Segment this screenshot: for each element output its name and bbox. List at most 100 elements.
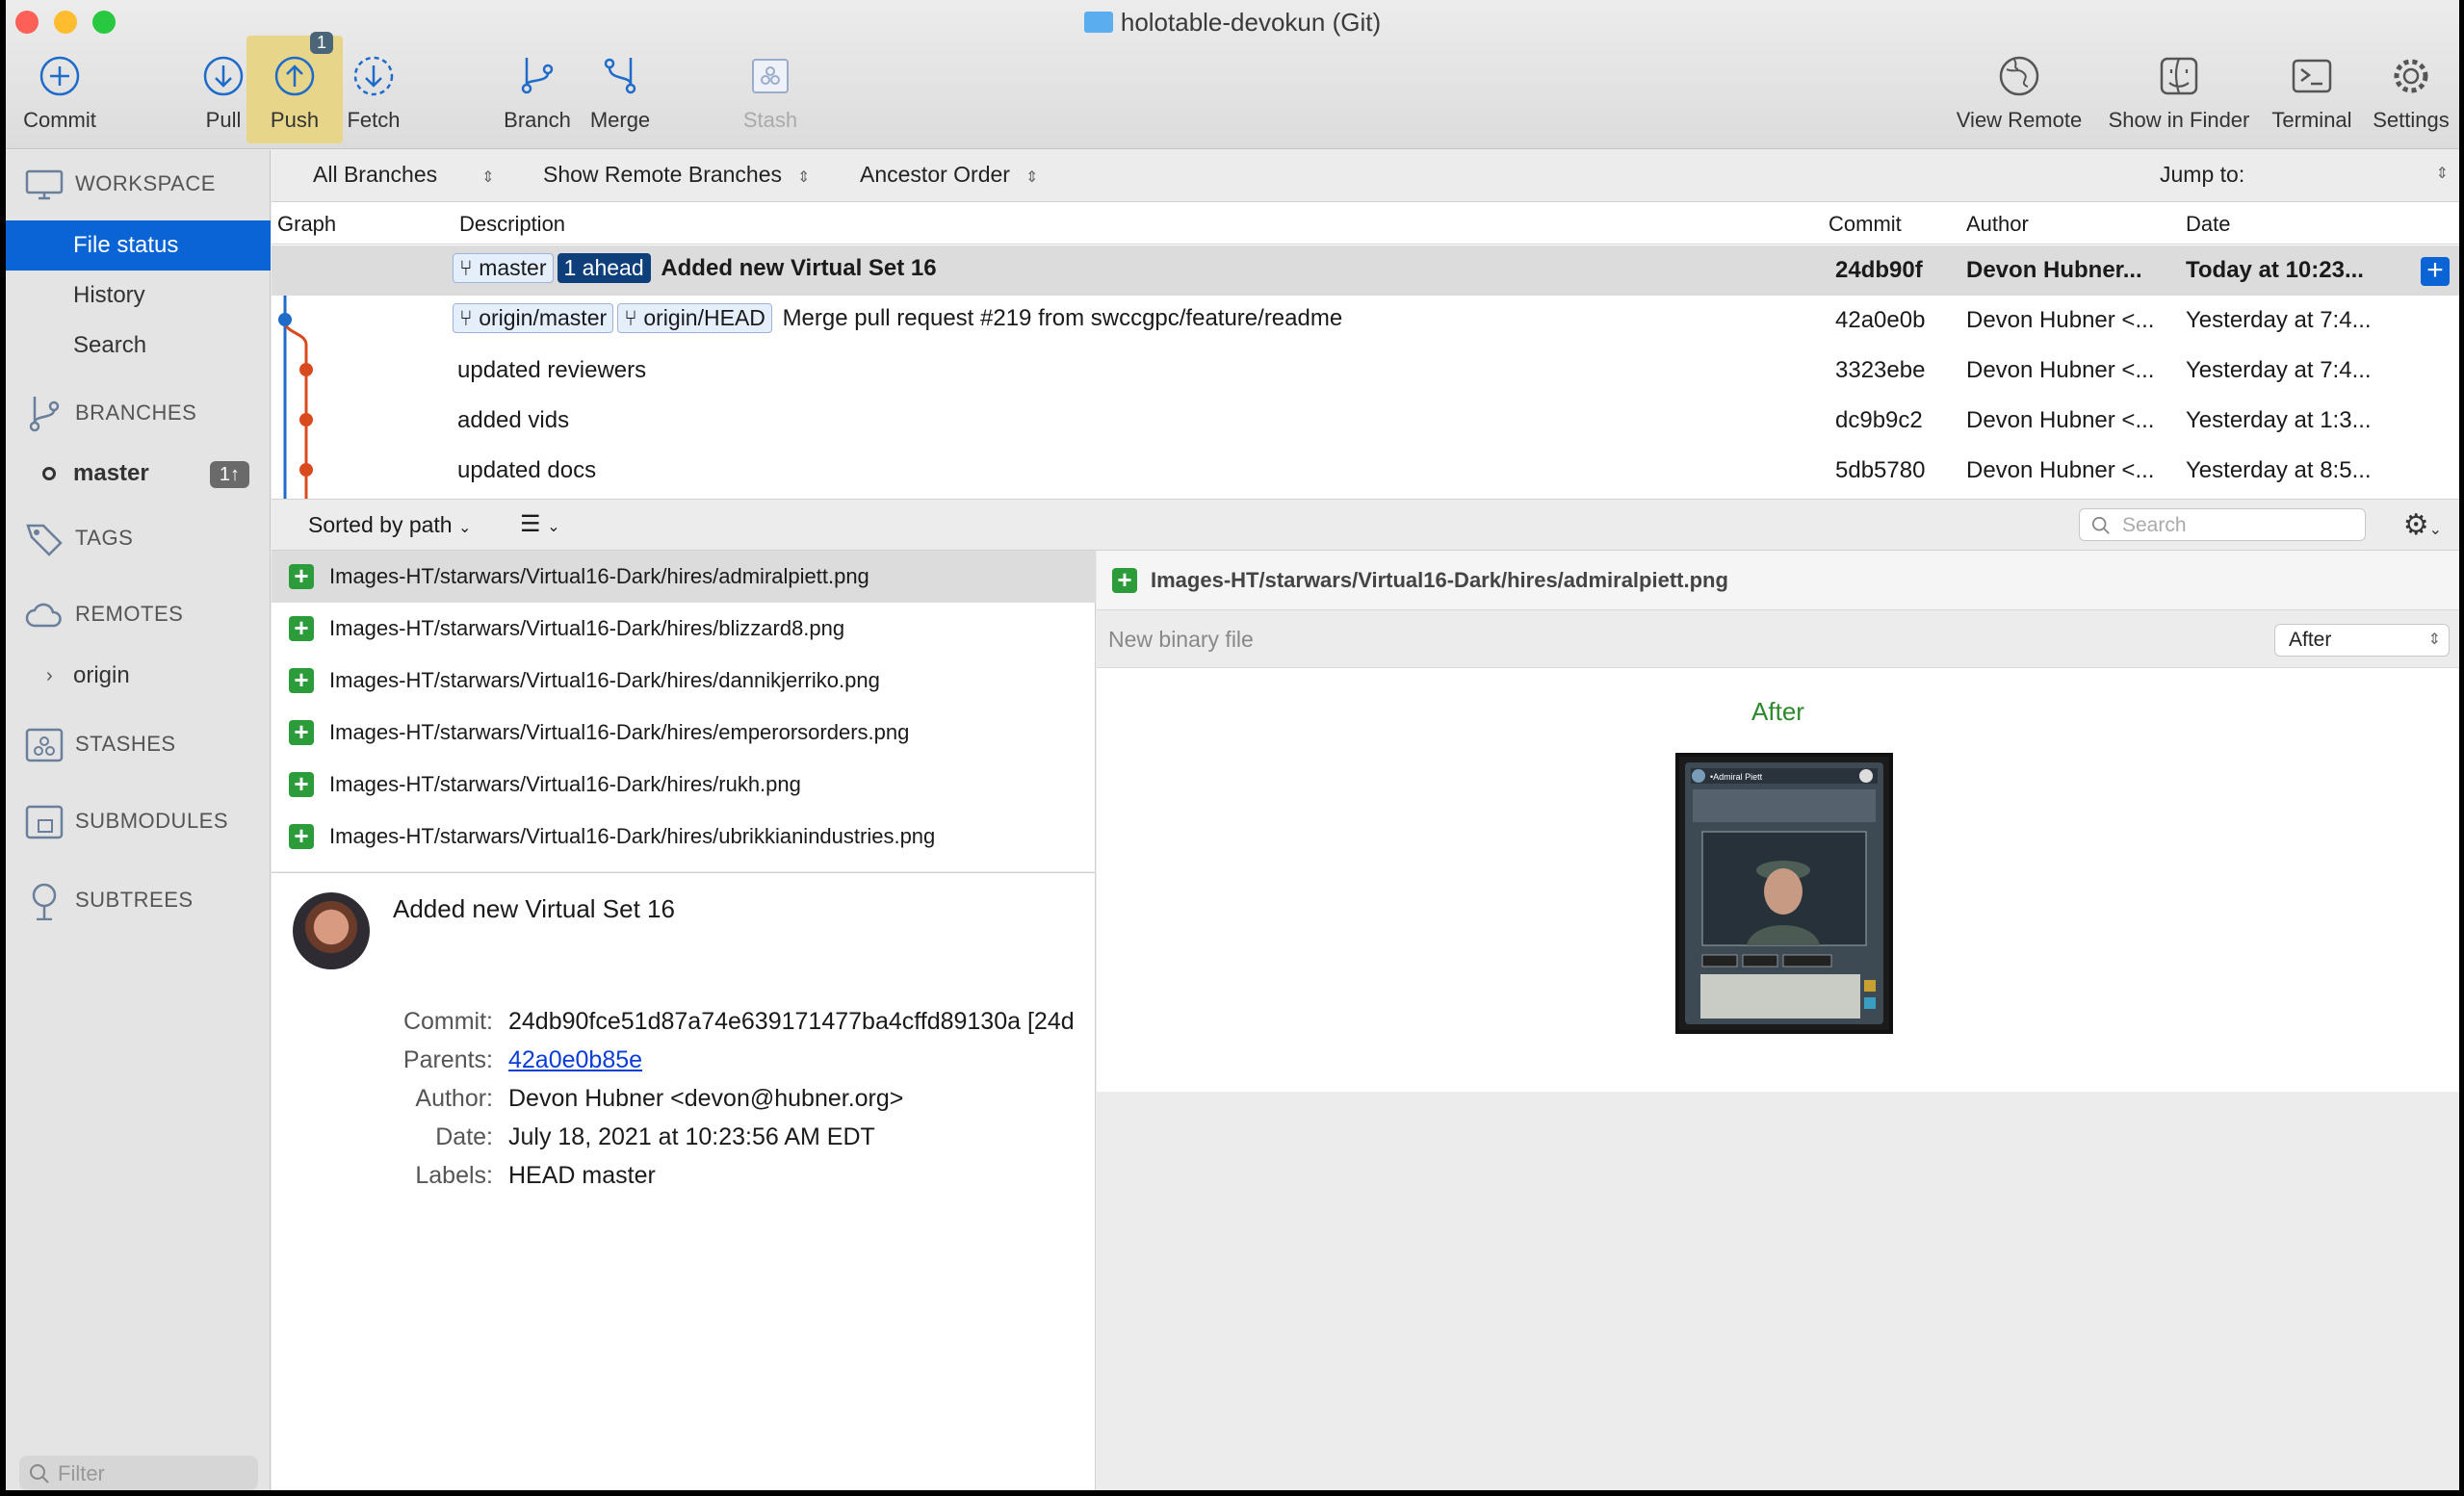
- sidebar-item-file-status[interactable]: File status: [6, 220, 271, 271]
- merge-button[interactable]: Merge: [582, 54, 659, 133]
- remotes-section[interactable]: REMOTES: [25, 601, 183, 630]
- sort-label: Sorted by path: [308, 512, 453, 537]
- file-search-input[interactable]: Search: [2079, 508, 2366, 541]
- updown-chevron-icon: ⇕: [481, 169, 495, 186]
- branch-button[interactable]: Branch: [495, 54, 580, 133]
- updown-chevron-icon: ⇕: [1025, 169, 1039, 186]
- commit-hash: 3323ebe: [1835, 357, 1926, 383]
- stash-icon: [25, 728, 64, 762]
- commit-row[interactable]: ⑂ master 1 ahead Added new Virtual Set 16…: [272, 245, 2459, 296]
- sidebar-item-master[interactable]: master 1↑: [6, 449, 271, 499]
- branch-tag: ⑂ origin/HEAD: [617, 303, 772, 333]
- sidebar-filter-input[interactable]: Filter: [19, 1456, 258, 1490]
- commit-row[interactable]: ⑂ origin/master ⑂ origin/HEAD Merge pull …: [272, 296, 2459, 346]
- commit-date: Today at 10:23...: [2186, 257, 2364, 283]
- terminal-button[interactable]: Terminal: [2263, 54, 2361, 133]
- added-file-icon: +: [289, 563, 314, 589]
- preview-empty-area: [1097, 1092, 2459, 1490]
- fetch-arrow-icon: [353, 56, 394, 96]
- gear-icon: [2394, 59, 2428, 93]
- commit-button[interactable]: Commit: [13, 54, 106, 133]
- sidebar-item-search[interactable]: Search: [6, 321, 271, 371]
- order-select[interactable]: Ancestor Order ⇕: [860, 162, 1038, 188]
- sort-select[interactable]: Sorted by path ⌄: [308, 512, 471, 538]
- commit-message: added vids: [457, 407, 570, 433]
- sidebar-item-origin[interactable]: › origin: [6, 651, 271, 701]
- stash-label: Stash: [742, 108, 798, 132]
- toolbar: holotable-devokun (Git) Commit Pull Push…: [6, 0, 2459, 149]
- branch-tag: ⑂ origin/master: [453, 303, 614, 333]
- file-row[interactable]: + Images-HT/starwars/Virtual16-Dark/hires…: [272, 811, 1096, 863]
- all-branches-select[interactable]: All Branches ⇕: [313, 162, 495, 188]
- file-path: Images-HT/starwars/Virtual16-Dark/hires/…: [329, 668, 880, 692]
- branch-icon: [521, 58, 554, 94]
- ahead-tag: 1 ahead: [557, 253, 651, 283]
- updown-chevron-icon: ⇕: [2427, 632, 2441, 648]
- submodules-section[interactable]: SUBMODULES: [25, 805, 228, 839]
- col-date[interactable]: Date: [2186, 212, 2230, 237]
- window-title: holotable-devokun (Git): [6, 8, 2459, 38]
- stash-button[interactable]: Stash: [732, 54, 809, 133]
- terminal-icon: [2292, 59, 2332, 93]
- file-row[interactable]: + Images-HT/starwars/Virtual16-Dark/hires…: [272, 603, 1096, 655]
- view-remote-button[interactable]: View Remote: [1947, 54, 2091, 133]
- chevron-down-icon: ⌄: [547, 519, 560, 535]
- parents-label: Parents:: [402, 1046, 493, 1073]
- col-commit[interactable]: Commit: [1829, 212, 1902, 237]
- col-graph[interactable]: Graph: [277, 212, 336, 237]
- branch-label: Branch: [504, 108, 571, 132]
- file-status-label: File status: [73, 232, 179, 258]
- show-remote-select[interactable]: Show Remote Branches ⇕: [543, 162, 810, 188]
- tags-section[interactable]: TAGS: [25, 522, 133, 556]
- avatar: [293, 892, 370, 969]
- app-window: holotable-devokun (Git) Commit Pull Push…: [6, 0, 2459, 1490]
- branches-section[interactable]: BRANCHES: [25, 395, 196, 433]
- all-branches-label: All Branches: [313, 162, 438, 187]
- col-description[interactable]: Description: [459, 212, 565, 237]
- branch-icon: [29, 397, 60, 432]
- commit-row[interactable]: added vids dc9b9c2 Devon Hubner <... Yes…: [272, 396, 2459, 446]
- add-plus-icon[interactable]: +: [2421, 256, 2450, 286]
- col-author[interactable]: Author: [1966, 212, 2029, 237]
- commit-description: ⑂ origin/master ⑂ origin/HEAD Merge pull …: [453, 303, 1342, 333]
- file-row[interactable]: + Images-HT/starwars/Virtual16-Dark/hires…: [272, 655, 1096, 707]
- view-mode-select[interactable]: ☰ ⌄: [520, 510, 560, 538]
- terminal-label: Terminal: [2271, 108, 2352, 132]
- commit-title: Added new Virtual Set 16: [393, 894, 675, 923]
- sidebar-item-history[interactable]: History: [6, 271, 271, 321]
- tree-icon: [32, 883, 57, 920]
- fetch-button[interactable]: Fetch: [339, 54, 408, 133]
- push-button[interactable]: Push 1: [246, 32, 343, 143]
- window-title-text: holotable-devokun (Git): [1120, 8, 1382, 37]
- preview-header: + Images-HT/starwars/Virtual16-Dark/hire…: [1097, 551, 2459, 610]
- stashes-section[interactable]: STASHES: [25, 728, 176, 762]
- file-row[interactable]: + Images-HT/starwars/Virtual16-Dark/hires…: [272, 707, 1096, 759]
- merge-label: Merge: [589, 108, 651, 132]
- subtrees-section[interactable]: SUBTREES: [25, 882, 194, 920]
- workspace-section[interactable]: WORKSPACE: [25, 169, 216, 200]
- submodule-icon: [25, 805, 64, 839]
- file-list-bar: Sorted by path ⌄ ☰ ⌄ Search ⚙⌄: [272, 499, 2459, 551]
- chevron-right-icon: ›: [46, 665, 53, 686]
- commit-message: Added new Virtual Set 16: [661, 255, 937, 281]
- file-row[interactable]: + Images-HT/starwars/Virtual16-Dark/hires…: [272, 551, 1096, 603]
- commit-date: Yesterday at 7:4...: [2186, 307, 2372, 333]
- order-label: Ancestor Order: [860, 162, 1010, 187]
- diff-mode-select[interactable]: After ⇕: [2274, 624, 2450, 657]
- push-count-badge: 1: [309, 32, 333, 54]
- gear-icon[interactable]: ⚙⌄: [2403, 508, 2442, 542]
- commit-row[interactable]: updated docs 5db5780 Devon Hubner <... Y…: [272, 446, 2459, 496]
- file-row[interactable]: + Images-HT/starwars/Virtual16-Dark/hires…: [272, 759, 1096, 811]
- commit-author: Devon Hubner <...: [1966, 357, 2155, 383]
- diff-mode-label: After: [2289, 629, 2332, 651]
- parent-hash-link[interactable]: 42a0e0b85e: [508, 1046, 642, 1073]
- globe-icon: [1999, 56, 2039, 96]
- commit-author: Devon Hubner <...: [1966, 407, 2155, 433]
- labels-label: Labels:: [415, 1162, 493, 1189]
- fetch-label: Fetch: [347, 108, 401, 132]
- commit-message: updated docs: [457, 457, 597, 483]
- settings-button[interactable]: Settings: [2365, 54, 2457, 133]
- commit-row[interactable]: updated reviewers 3323ebe Devon Hubner <…: [272, 346, 2459, 396]
- show-in-finder-button[interactable]: Show in Finder: [2097, 54, 2261, 133]
- jump-to-select[interactable]: Jump to: ⇕: [2160, 162, 2449, 188]
